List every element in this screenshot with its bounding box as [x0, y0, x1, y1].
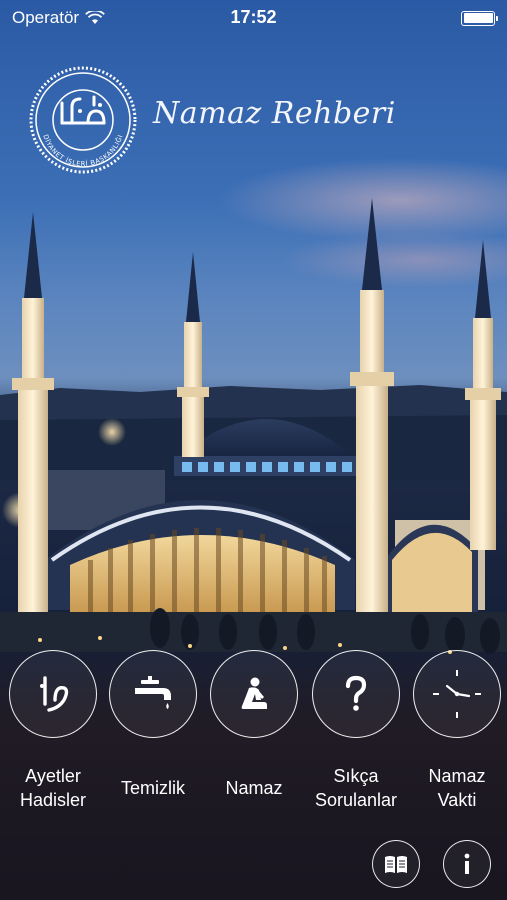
menu-label: Namaz Vakti	[428, 766, 486, 810]
info-icon	[464, 853, 470, 874]
battery-icon	[461, 10, 498, 26]
carrier-label: Operatör	[12, 8, 80, 27]
menu-label: Sıkça Sorulanlar	[314, 766, 398, 810]
menu-item-namaz-vakti[interactable]: Namaz Vakti	[402, 650, 507, 812]
app-title: Namaz Rehberi	[153, 96, 396, 131]
diyanet-logo: DİYANET İŞLERİ BAŞKANLIĞI	[29, 66, 137, 174]
menu-label: Ayetler Hadisler	[19, 766, 87, 810]
menu-item-namaz[interactable]: Namaz	[199, 650, 309, 800]
book-icon	[385, 856, 407, 873]
menu-circle[interactable]	[109, 650, 197, 738]
main-menu: Ayetler Hadisler Temizlik Namaz Sıkça So…	[0, 650, 507, 820]
info-button[interactable]	[443, 840, 491, 888]
menu-item-ayetler-hadisler[interactable]: Ayetler Hadisler	[0, 650, 108, 812]
clock-icon	[433, 670, 481, 718]
praying-person-icon	[241, 677, 267, 709]
menu-circle[interactable]	[210, 650, 298, 738]
menu-label: Namaz	[225, 778, 283, 798]
menu-circle[interactable]	[413, 650, 501, 738]
question-mark-icon	[345, 675, 367, 711]
menu-circle[interactable]	[312, 650, 400, 738]
status-time: 17:52	[230, 7, 277, 27]
menu-item-temizlik[interactable]: Temizlik	[98, 650, 208, 800]
menu-label: Temizlik	[120, 778, 185, 798]
status-bar: Operatör 17:52	[0, 0, 507, 36]
status-left: Operatör	[12, 8, 105, 28]
book-button[interactable]	[372, 840, 420, 888]
water-tap-icon	[135, 676, 171, 709]
wifi-icon	[85, 11, 105, 24]
menu-circle[interactable]	[9, 650, 97, 738]
arabic-calligraphy-icon	[40, 676, 69, 712]
menu-item-sikca-sorulanlar[interactable]: Sıkça Sorulanlar	[301, 650, 411, 812]
